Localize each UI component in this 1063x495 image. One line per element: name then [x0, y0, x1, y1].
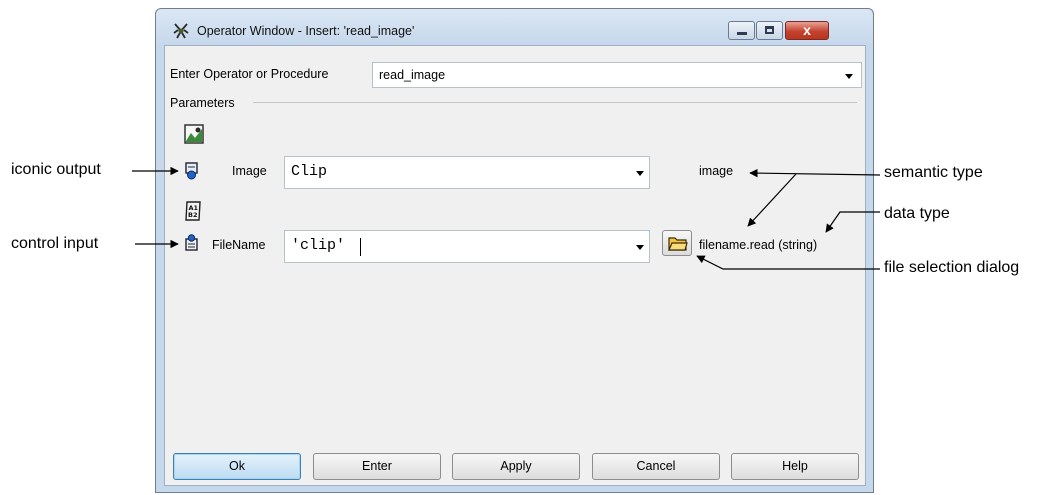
- arrow-semantic-type-2: [747, 173, 797, 227]
- arrow-file-selection-dialog: [696, 255, 880, 270]
- annotation-arrows: [132, 166, 881, 270]
- arrow-data-type: [825, 211, 880, 233]
- arrow-semantic-type-1: [749, 168, 881, 178]
